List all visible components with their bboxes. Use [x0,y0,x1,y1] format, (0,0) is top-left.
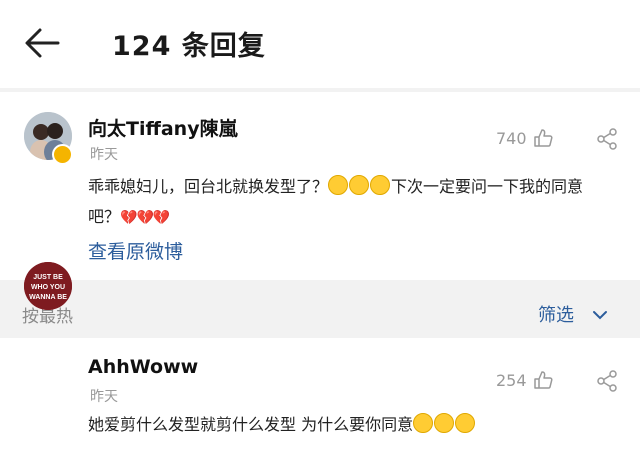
back-arrow-icon[interactable] [22,26,62,60]
reply-text-content: 她爱剪什么发型就剪什么发型 为什么要你同意 [88,415,414,434]
share-icon[interactable] [596,370,618,392]
comment-text-part1: 乖乖媳妇儿，回台北就换发型了？ [88,177,329,196]
reply-text: 她爱剪什么发型就剪什么发型 为什么要你同意 [88,410,628,440]
chevron-down-icon[interactable] [592,306,608,320]
comment-time: 昨天 [90,147,118,163]
thumb-up-icon [533,129,553,147]
top-bar: 124 条回复 [0,0,640,88]
reply-author[interactable]: AhhWoww [88,356,198,378]
page-title: 124 条回复 [112,31,266,62]
svg-text:JUST BE: JUST BE [33,274,63,281]
filter-button[interactable]: 筛选 [538,301,574,327]
view-original-link[interactable]: 查看原微博 [88,237,183,264]
sweat-smile-emoji-icon [455,413,476,433]
svg-text:WANNA BE: WANNA BE [29,294,67,301]
like-count: 254 [496,370,527,390]
broken-heart-icon: 💔💔💔 [120,210,170,226]
sweat-smile-emoji-icon [434,413,455,433]
avatar[interactable]: JUST BE WHO YOU WANNA BE [24,262,72,310]
original-comment: 向太Tiffany陳嵐 昨天 740 乖乖媳妇儿，回台北就换发型了？ 下次一定要问… [0,92,640,280]
thumb-up-icon [533,371,553,389]
svg-text:WHO YOU: WHO YOU [31,284,65,291]
comment-text-part2: 下次一定要问一下我的同意 [391,177,584,196]
crying-emoji-icon [370,175,391,195]
verified-badge-icon [52,144,73,165]
comment-text: 乖乖媳妇儿，回台北就换发型了？ 下次一定要问一下我的同意 吧？💔💔💔 [88,172,628,233]
like-button[interactable]: 254 [496,370,553,390]
sweat-smile-emoji-icon [413,413,434,433]
sort-bar: 按最热 筛选 [0,292,640,334]
crying-emoji-icon [349,175,370,195]
share-icon[interactable] [596,128,618,150]
comment-author[interactable]: 向太Tiffany陳嵐 [88,114,238,141]
comment-text-part3: 吧？ [88,207,121,226]
crying-emoji-icon [328,175,349,195]
like-button[interactable]: 740 [496,128,553,148]
like-count: 740 [496,128,527,148]
reply-time: 昨天 [90,389,118,405]
